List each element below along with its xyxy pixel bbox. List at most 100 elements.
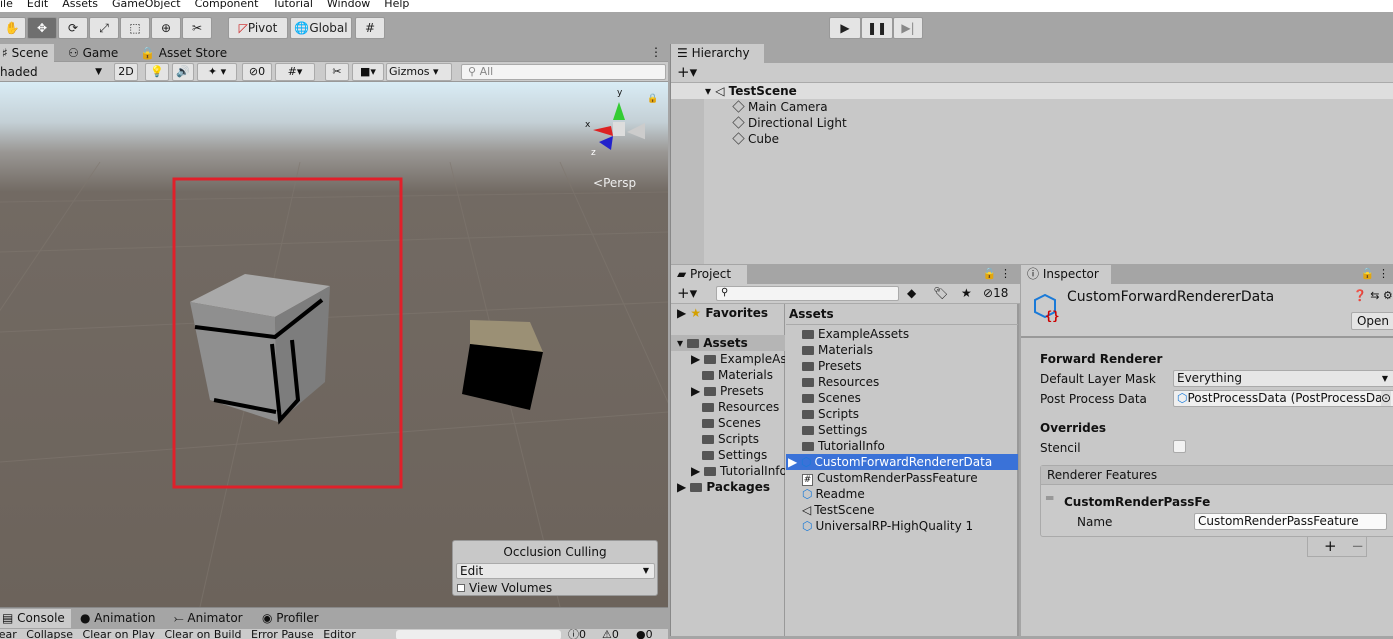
menu-gameobject[interactable]: GameObject bbox=[112, 0, 181, 10]
tab-game[interactable]: ⚇ Game bbox=[62, 44, 124, 63]
custom-tool-icon[interactable]: ✂ bbox=[182, 17, 212, 39]
asset-item[interactable]: Scripts bbox=[786, 406, 1018, 422]
warning-count[interactable]: ⚠0 bbox=[602, 629, 619, 639]
audio-icon[interactable]: 🔊 bbox=[172, 63, 194, 81]
tree-item[interactable]: ▶ Presets bbox=[691, 383, 764, 399]
clear-button[interactable]: Clear bbox=[0, 629, 17, 639]
hierarchy-item[interactable]: Main Camera bbox=[732, 99, 828, 115]
hand-tool-icon[interactable]: ✋ bbox=[0, 17, 26, 39]
clear-on-build-button[interactable]: Clear on Build bbox=[164, 629, 241, 639]
asset-item[interactable]: Materials bbox=[786, 342, 1018, 358]
tools-icon[interactable]: ✂ bbox=[325, 63, 349, 81]
asset-item[interactable]: # CustomRenderPassFeature bbox=[786, 470, 1018, 486]
post-process-data-field[interactable]: ⬡PostProcessData (PostProcessDa ⊙ bbox=[1173, 390, 1393, 407]
tree-item[interactable]: Scenes bbox=[702, 415, 761, 431]
camera-icon[interactable]: ■▾ bbox=[352, 63, 384, 81]
assets-tree-row[interactable]: ▾ Assets bbox=[671, 335, 785, 351]
scene-viewport[interactable]: y x z 🔒 <Persp Occlusion Culling Edit ▼ V… bbox=[0, 82, 668, 607]
console-search-input[interactable] bbox=[396, 630, 561, 639]
transform-tool-icon[interactable]: ⊕ bbox=[151, 17, 181, 39]
asset-item[interactable]: Scenes bbox=[786, 390, 1018, 406]
tree-item[interactable]: Settings bbox=[702, 447, 767, 463]
pause-button[interactable]: ❚❚ bbox=[861, 17, 893, 39]
global-button[interactable]: 🌐 Global bbox=[290, 17, 352, 39]
occlusion-mode-dropdown[interactable]: Edit ▼ bbox=[456, 563, 655, 579]
scene-search-input[interactable]: ⚲ All bbox=[461, 64, 666, 80]
tab-console[interactable]: ▤ Console bbox=[0, 609, 71, 628]
tree-item[interactable]: Resources bbox=[702, 399, 779, 415]
tab-profiler[interactable]: ◉ Profiler bbox=[256, 609, 325, 628]
add-feature-button[interactable]: + bbox=[1324, 537, 1337, 555]
tab-animation[interactable]: ● Animation bbox=[74, 609, 161, 628]
clear-on-play-button[interactable]: Clear on Play bbox=[83, 629, 155, 639]
asset-item[interactable]: ExampleAssets bbox=[786, 326, 1018, 342]
tab-animator[interactable]: ⤚ Animator bbox=[168, 609, 249, 628]
remove-feature-button[interactable]: − bbox=[1351, 537, 1364, 555]
stencil-checkbox[interactable] bbox=[1173, 440, 1186, 453]
step-button[interactable]: ▶| bbox=[893, 17, 923, 39]
filter-type-icon[interactable]: ◆ bbox=[907, 286, 916, 300]
lighting-icon[interactable]: 💡 bbox=[145, 63, 169, 81]
move-tool-icon[interactable]: ✥ bbox=[27, 17, 57, 39]
project-lock-icon[interactable]: 🔒 ⋮ bbox=[983, 267, 1011, 280]
rotate-tool-icon[interactable]: ⟳ bbox=[58, 17, 88, 39]
packages-tree-row[interactable]: ▶ Packages bbox=[677, 479, 770, 495]
menu-component[interactable]: Component bbox=[195, 0, 259, 10]
tree-item[interactable]: Scripts bbox=[702, 431, 759, 447]
help-settings-icons[interactable]: ❓ ⇆ ⚙ bbox=[1353, 289, 1393, 302]
gizmos-dropdown[interactable]: Gizmos ▾ bbox=[386, 63, 452, 81]
orientation-gizmo[interactable]: y x z bbox=[585, 88, 647, 162]
inspector-lock-icon[interactable]: 🔒 ⋮ bbox=[1361, 267, 1389, 280]
log-count[interactable]: ⓘ0 bbox=[568, 629, 586, 639]
tree-item[interactable]: Materials bbox=[702, 367, 773, 383]
asset-item[interactable]: Resources bbox=[786, 374, 1018, 390]
favorite-icon[interactable]: ★ bbox=[961, 286, 972, 300]
tab-hierarchy[interactable]: ☰ Hierarchy bbox=[671, 44, 764, 63]
more-menu-icon[interactable]: ⋮ bbox=[650, 45, 662, 59]
menu-tutorial[interactable]: Tutorial bbox=[272, 0, 312, 10]
editor-dropdown[interactable]: Editor bbox=[323, 629, 356, 639]
persp-toggle[interactable]: <Persp bbox=[593, 176, 636, 190]
cube-selected[interactable] bbox=[190, 274, 330, 425]
feature-name-input[interactable]: CustomRenderPassFeature bbox=[1194, 513, 1387, 530]
collapse-button[interactable]: Collapse bbox=[26, 629, 73, 639]
favorites-row[interactable]: ▶ ★ Favorites bbox=[677, 305, 768, 321]
tab-project[interactable]: ▰ Project bbox=[671, 265, 747, 284]
grid-icon[interactable]: #▾ bbox=[275, 63, 315, 81]
hidden-objects-toggle[interactable]: ⊘0 bbox=[242, 63, 272, 81]
effects-icon[interactable]: ✦ ▾ bbox=[197, 63, 237, 81]
menu-window[interactable]: Window bbox=[327, 0, 370, 10]
cube-black[interactable] bbox=[462, 320, 543, 410]
layer-mask-dropdown[interactable]: Everything ▼ bbox=[1173, 370, 1393, 387]
scale-tool-icon[interactable]: ⤢ bbox=[89, 17, 119, 39]
asset-item[interactable]: ◁ TestScene bbox=[786, 502, 1018, 518]
menu-edit[interactable]: Edit bbox=[27, 0, 48, 10]
scene-row[interactable]: ▾ ◁ TestScene bbox=[671, 83, 1393, 99]
rect-tool-icon[interactable]: ⬚ bbox=[120, 17, 150, 39]
play-button[interactable]: ▶ bbox=[829, 17, 861, 39]
tab-asset-store[interactable]: 🔒 Asset Store bbox=[134, 44, 233, 63]
tree-item[interactable]: ▶ ExampleAss bbox=[691, 351, 785, 367]
menu-assets[interactable]: Assets bbox=[62, 0, 98, 10]
shading-dropdown[interactable]: haded ▼ bbox=[0, 64, 106, 80]
hidden-packages-toggle[interactable]: ⊘18 bbox=[983, 286, 1008, 300]
error-count[interactable]: ●0 bbox=[636, 629, 653, 639]
menu-help[interactable]: Help bbox=[384, 0, 409, 10]
asset-item[interactable]: Settings bbox=[786, 422, 1018, 438]
error-pause-button[interactable]: Error Pause bbox=[251, 629, 314, 639]
lock-icon[interactable]: 🔒 bbox=[647, 94, 658, 104]
hierarchy-item[interactable]: Directional Light bbox=[732, 115, 847, 131]
add-icon[interactable]: +▾ bbox=[677, 63, 697, 81]
open-button[interactable]: Open bbox=[1351, 312, 1393, 330]
view-volumes-toggle[interactable]: View Volumes bbox=[457, 581, 552, 595]
object-picker-icon[interactable]: ⊙ bbox=[1380, 391, 1391, 406]
pivot-button[interactable]: ◸ Pivot bbox=[228, 17, 288, 39]
2d-toggle[interactable]: 2D bbox=[114, 63, 138, 81]
tree-item[interactable]: ▶ TutorialInfo bbox=[691, 463, 785, 479]
drag-handle-icon[interactable]: ═ bbox=[1046, 491, 1053, 505]
asset-item[interactable]: ⬡ UniversalRP-HighQuality 1 bbox=[786, 518, 1018, 534]
asset-item[interactable]: TutorialInfo bbox=[786, 438, 1018, 454]
snap-icon[interactable]: # bbox=[355, 17, 385, 39]
create-icon[interactable]: +▾ bbox=[677, 284, 697, 302]
feature-title[interactable]: CustomRenderPassFe bbox=[1064, 494, 1210, 510]
